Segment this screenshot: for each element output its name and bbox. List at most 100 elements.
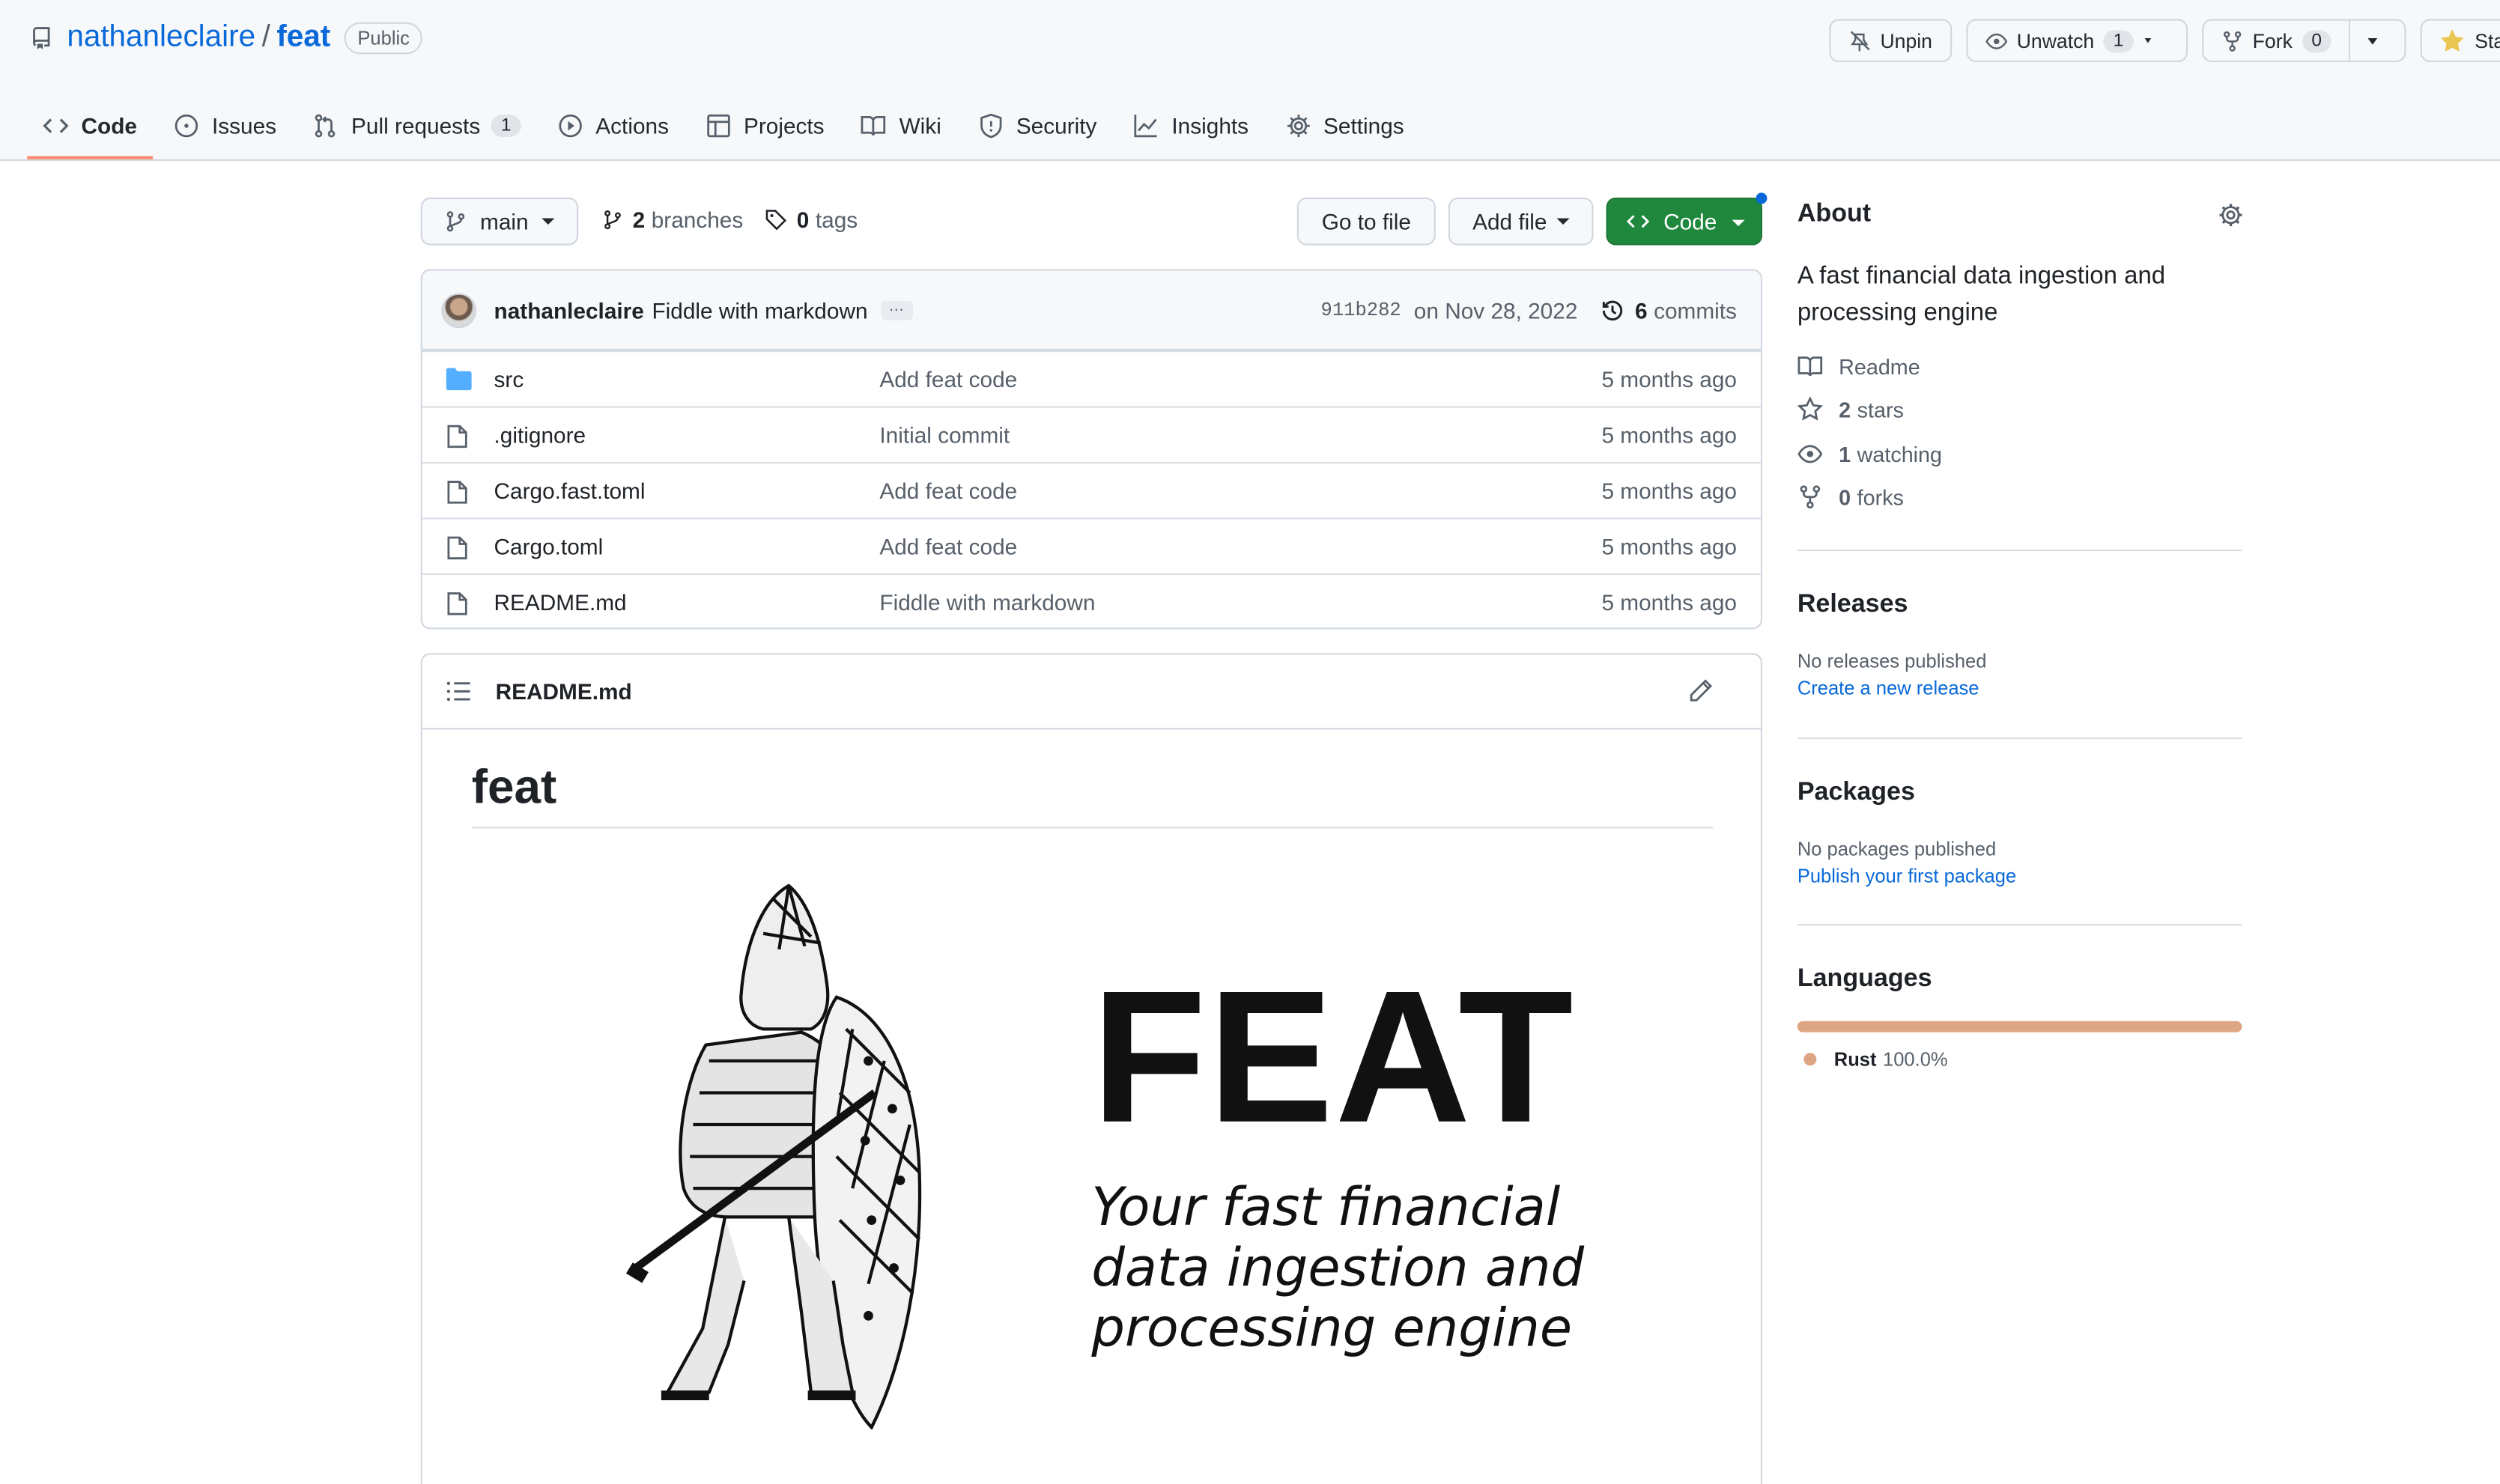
- file-commit-message[interactable]: Add feat code: [879, 478, 1017, 503]
- folder-icon: [446, 368, 472, 391]
- stars-link[interactable]: 2 stars: [1797, 396, 1904, 422]
- caret-down-icon: [2367, 37, 2378, 44]
- unpin-button[interactable]: Unpin: [1829, 19, 1952, 62]
- branch-selector[interactable]: main: [420, 197, 579, 246]
- file-icon: [447, 536, 467, 560]
- branch-name: main: [480, 208, 529, 234]
- tab-issues[interactable]: Issues: [158, 92, 293, 159]
- file-icon: [447, 481, 467, 504]
- commit-sha[interactable]: 911b282: [1320, 299, 1401, 322]
- readme-divider: [471, 827, 1714, 829]
- star-button[interactable]: Star: [2420, 19, 2500, 62]
- file-name[interactable]: .gitignore: [494, 422, 586, 448]
- repo-title: nathanleclaire / feat Public: [30, 21, 422, 56]
- avatar[interactable]: [441, 292, 477, 328]
- commit-message[interactable]: Fiddle with markdown: [652, 297, 867, 323]
- file-row-cargo-fast-toml[interactable]: Cargo.fast.toml Add feat code 5 months a…: [422, 461, 1761, 517]
- tab-wiki[interactable]: Wiki: [845, 92, 957, 159]
- star-icon: [2441, 28, 2464, 51]
- readme-header: README.md: [422, 654, 1761, 730]
- commits-link[interactable]: 6 commits: [1600, 298, 1737, 323]
- fork-icon: [2223, 30, 2241, 51]
- commit-author[interactable]: nathanleclaire: [494, 297, 644, 323]
- file-row-src[interactable]: src Add feat code 5 months ago: [422, 350, 1761, 406]
- fork-button-group: Fork 0: [2201, 19, 2406, 62]
- fork-count: 0: [2302, 29, 2331, 52]
- file-name[interactable]: Cargo.toml: [494, 534, 604, 559]
- file-age: 5 months ago: [1601, 366, 1737, 392]
- commit-meta: 911b282 on Nov 28, 2022 6 commits: [1320, 271, 1736, 350]
- file-row-cargo-toml[interactable]: Cargo.toml Add feat code 5 months ago: [422, 517, 1761, 573]
- eye-icon: [1797, 445, 1823, 463]
- readme-panel: README.md feat FEAT Your fast financial …: [420, 653, 1763, 1484]
- shield-icon: [980, 113, 1001, 139]
- unwatch-button[interactable]: Unwatch 1: [1965, 19, 2188, 62]
- file-name[interactable]: Cargo.fast.toml: [494, 478, 646, 503]
- tab-wiki-label: Wiki: [899, 113, 941, 139]
- tab-actions[interactable]: Actions: [541, 92, 685, 159]
- file-row-readme[interactable]: README.md Fiddle with markdown 5 months …: [422, 573, 1761, 627]
- readme-link[interactable]: Readme: [1797, 353, 1920, 379]
- code-icon: [43, 118, 69, 133]
- tab-insights[interactable]: Insights: [1117, 92, 1264, 159]
- branches-link[interactable]: 2 branches: [602, 207, 743, 233]
- create-release-link[interactable]: Create a new release: [1797, 677, 1979, 699]
- tags-link[interactable]: 0 tags: [765, 207, 858, 233]
- tab-projects[interactable]: Projects: [690, 92, 840, 159]
- packages-empty-text: No packages published: [1797, 838, 1997, 860]
- gear-icon[interactable]: [2218, 202, 2243, 228]
- file-commit-message[interactable]: Fiddle with markdown: [879, 589, 1095, 615]
- tab-code[interactable]: Code: [27, 92, 154, 159]
- releases-title[interactable]: Releases: [1797, 591, 1908, 619]
- file-age: 5 months ago: [1601, 478, 1737, 504]
- star-icon: [1797, 396, 1823, 421]
- forks-count: 0: [1839, 484, 1851, 509]
- tab-pull-requests-label: Pull requests: [351, 113, 481, 139]
- code-button[interactable]: Code: [1606, 197, 1763, 246]
- publish-package-link[interactable]: Publish your first package: [1797, 865, 2016, 887]
- pencil-icon[interactable]: [1689, 678, 1713, 702]
- forks-link[interactable]: 0 forks: [1797, 484, 1904, 510]
- go-to-file-button[interactable]: Go to file: [1296, 197, 1436, 246]
- fork-dropdown-button[interactable]: [2350, 19, 2406, 62]
- pin-slash-icon: [1850, 30, 1870, 51]
- code-icon: [1626, 215, 1650, 228]
- add-file-button[interactable]: Add file: [1448, 197, 1594, 246]
- language-item-rust[interactable]: Rust 100.0%: [1803, 1048, 1948, 1071]
- about-title: About: [1797, 201, 1872, 228]
- watching-label: watching: [1857, 442, 1943, 466]
- file-icon: [447, 425, 467, 448]
- tag-icon: [765, 210, 787, 231]
- tags-count: 0: [796, 207, 810, 233]
- repo-owner-link[interactable]: nathanleclaire: [67, 21, 255, 56]
- file-name[interactable]: src: [494, 366, 524, 392]
- commit-expand-button[interactable]: …: [880, 298, 913, 320]
- readme-filename[interactable]: README.md: [496, 678, 632, 704]
- file-commit-message[interactable]: Add feat code: [879, 534, 1017, 559]
- file-commit-message[interactable]: Add feat code: [879, 366, 1017, 392]
- packages-title[interactable]: Packages: [1797, 779, 1915, 807]
- go-to-file-label: Go to file: [1321, 208, 1411, 234]
- list-icon[interactable]: [446, 680, 472, 702]
- file-name[interactable]: README.md: [494, 589, 627, 615]
- repo-tabs: Code Issues Pull requests 1 Actions Proj…: [27, 92, 1425, 159]
- banner-title: FEAT: [1091, 952, 1575, 1164]
- tab-projects-label: Projects: [743, 113, 825, 139]
- branch-icon: [447, 211, 465, 232]
- file-commit-message[interactable]: Initial commit: [879, 422, 1010, 448]
- eye-icon: [1985, 32, 2007, 49]
- tab-insights-label: Insights: [1171, 113, 1249, 139]
- tab-settings[interactable]: Settings: [1269, 92, 1420, 159]
- latest-commit-bar: nathanleclaire Fiddle with markdown … 91…: [422, 270, 1761, 351]
- file-row-gitignore[interactable]: .gitignore Initial commit 5 months ago: [422, 406, 1761, 462]
- issue-icon: [175, 114, 198, 138]
- watching-count: 1: [1839, 442, 1851, 466]
- tab-pull-requests[interactable]: Pull requests 1: [297, 92, 537, 159]
- repo-name-link[interactable]: feat: [276, 21, 330, 56]
- watching-link[interactable]: 1 watching: [1797, 441, 1942, 466]
- tab-security[interactable]: Security: [962, 92, 1112, 159]
- caret-down-icon: [1732, 219, 1745, 227]
- releases-empty-text: No releases published: [1797, 650, 1987, 672]
- fork-button[interactable]: Fork 0: [2201, 19, 2351, 62]
- fork-icon: [1800, 485, 1821, 509]
